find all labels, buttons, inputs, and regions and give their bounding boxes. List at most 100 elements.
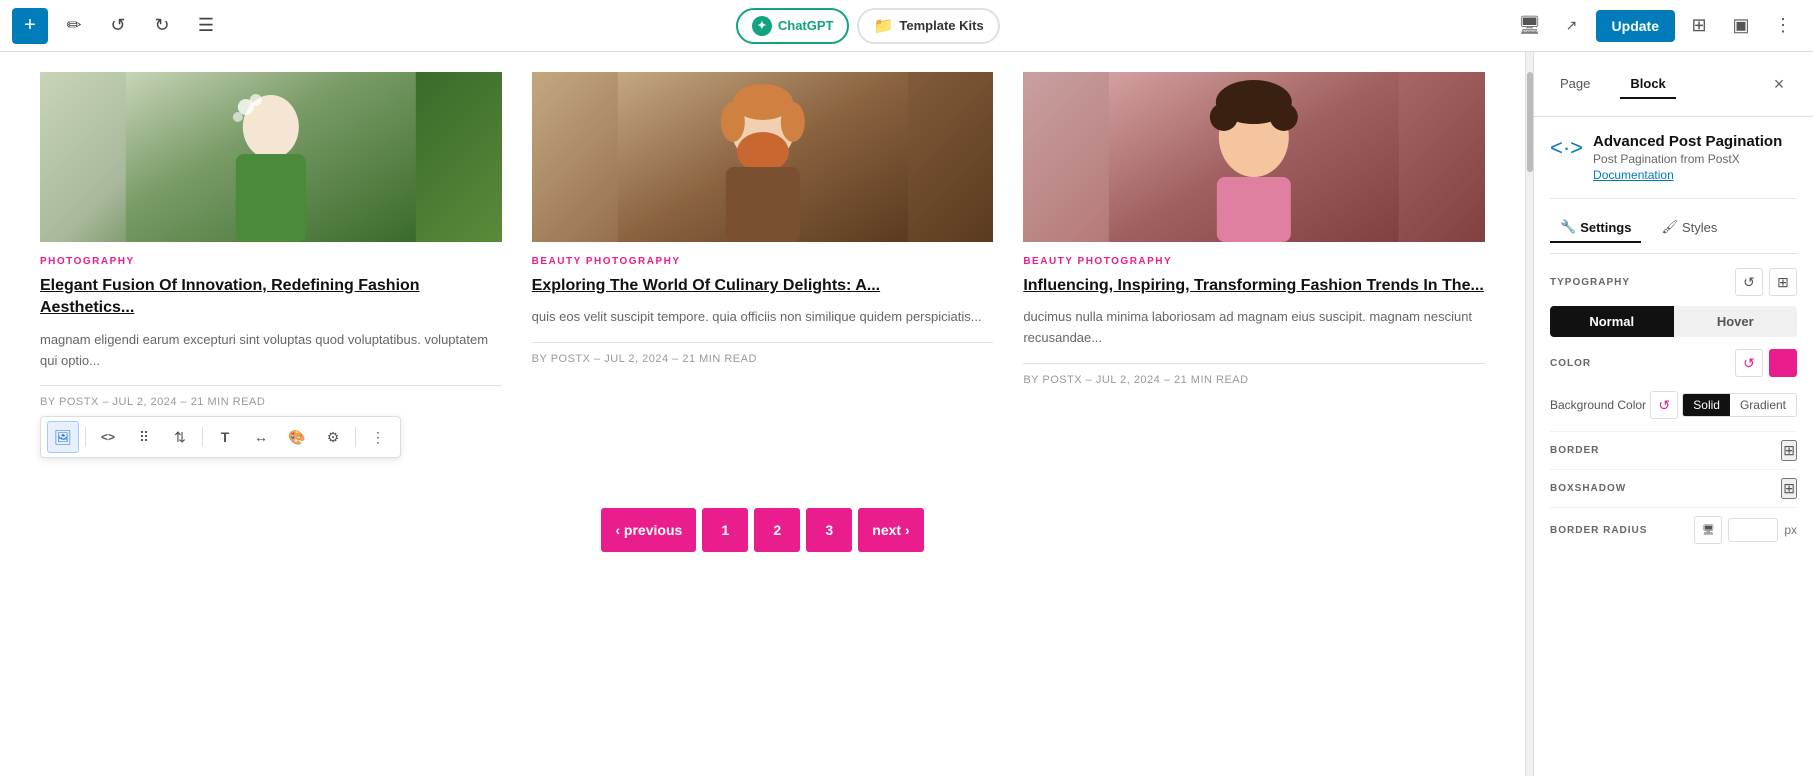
template-kits-button[interactable]: 📁 Template Kits: [857, 8, 999, 44]
normal-toggle-btn[interactable]: Normal: [1550, 306, 1674, 337]
template-kits-icon: 📁: [873, 16, 893, 36]
boxshadow-label: BOXSHADOW: [1550, 483, 1626, 494]
update-button[interactable]: Update: [1596, 10, 1675, 42]
page-3-label: 3: [825, 522, 833, 538]
styles-tab-btn[interactable]: 🖌 Styles: [1651, 213, 1727, 243]
toolbar-image-btn[interactable]: 🖼: [47, 421, 79, 453]
page-1-button[interactable]: 1: [702, 508, 748, 552]
update-label: Update: [1612, 18, 1659, 34]
block-tab[interactable]: Block: [1620, 70, 1675, 99]
solid-btn[interactable]: Solid: [1683, 394, 1730, 416]
chatgpt-button[interactable]: ✦ ChatGPT: [736, 8, 850, 44]
toolbar-more-btn[interactable]: ⋮: [362, 421, 394, 453]
boxshadow-expand-btn[interactable]: ⊞: [1781, 478, 1797, 499]
external-link-button[interactable]: ↗: [1554, 8, 1590, 44]
bg-color-reset-btn[interactable]: ↺: [1650, 391, 1678, 419]
border-radius-label: BORDER RADIUS: [1550, 525, 1647, 536]
page-1-label: 1: [721, 522, 729, 538]
border-radius-device-btn[interactable]: 🖥: [1694, 516, 1722, 544]
color-label: COLOR: [1550, 358, 1591, 369]
more-toolbar-icon: ⋮: [371, 429, 385, 446]
multisite-button[interactable]: ⊞: [1681, 8, 1717, 44]
block-title: Advanced Post Pagination: [1593, 133, 1782, 150]
boxshadow-section: BOXSHADOW ⊞: [1550, 469, 1797, 507]
color-picker-btn[interactable]: [1769, 349, 1797, 377]
toolbar-move-btn[interactable]: ⠿: [128, 421, 160, 453]
color-reset-btn[interactable]: ↺: [1735, 349, 1763, 377]
border-label: BORDER: [1550, 445, 1599, 456]
text-icon: T: [221, 429, 230, 445]
desktop-view-button[interactable]: 🖥: [1512, 8, 1548, 44]
next-page-button[interactable]: next ›: [858, 508, 923, 552]
blog-image-2: [532, 72, 994, 242]
blog-category-1: PHOTOGRAPHY: [40, 256, 502, 267]
hover-toggle-btn[interactable]: Hover: [1674, 306, 1798, 337]
prev-label: ‹ previous: [615, 522, 682, 538]
background-color-row: Background Color ↺ Solid Gradient: [1550, 391, 1797, 419]
undo-icon: ↺: [110, 15, 125, 36]
background-color-label: Background Color: [1550, 398, 1646, 412]
blog-excerpt-3: ducimus nulla minima laboriosam ad magna…: [1023, 307, 1485, 349]
documentation-link[interactable]: Documentation: [1593, 168, 1674, 182]
arrows-icon: ⇅: [174, 429, 186, 446]
page-2-button[interactable]: 2: [754, 508, 800, 552]
typography-reset-btn[interactable]: ↺: [1735, 268, 1763, 296]
border-radius-input[interactable]: [1728, 518, 1778, 542]
blog-card-3: BEAUTY PHOTOGRAPHY Influencing, Inspirin…: [1023, 72, 1485, 478]
toggle-sidebar-button[interactable]: ▣: [1723, 8, 1759, 44]
chatgpt-icon: ✦: [752, 16, 772, 36]
gradient-btn[interactable]: Gradient: [1730, 394, 1796, 416]
list-view-button[interactable]: ☰: [188, 8, 224, 44]
desktop-icon: 🖥: [1518, 15, 1541, 36]
page-tab[interactable]: Page: [1550, 70, 1600, 99]
next-label: next ›: [872, 522, 909, 538]
move-icon: ⠿: [139, 429, 149, 446]
border-radius-section: BORDER RADIUS 🖥 px: [1550, 507, 1797, 552]
editor-canvas: PHOTOGRAPHY Elegant Fusion Of Innovation…: [0, 52, 1525, 776]
add-block-button[interactable]: +: [12, 8, 48, 44]
blog-image-3: [1023, 72, 1485, 242]
border-radius-controls: 🖥 px: [1694, 516, 1797, 544]
typography-expand-btn[interactable]: ⊞: [1769, 268, 1797, 296]
toolbar-settings-btn[interactable]: ⚙: [317, 421, 349, 453]
list-icon: ☰: [198, 15, 214, 36]
redo-button[interactable]: ↻: [144, 8, 180, 44]
block-toolbar: 🖼 <> ⠿ ⇅ T: [40, 416, 401, 458]
toolbar-width-btn[interactable]: ↔: [245, 421, 277, 453]
canvas-scrollbar[interactable]: [1525, 52, 1533, 776]
blog-card-2: BEAUTY PHOTOGRAPHY Exploring The World O…: [532, 72, 994, 478]
toolbar-arrows-btn[interactable]: ⇅: [164, 421, 196, 453]
toolbar-text-btn[interactable]: T: [209, 421, 241, 453]
toolbar-code-btn[interactable]: <>: [92, 421, 124, 453]
pagination-block-icon: <·>: [1550, 135, 1583, 161]
more-options-icon: ⋮: [1774, 15, 1792, 36]
brush-icon: 🖌: [1661, 219, 1678, 235]
blog-title-3: Influencing, Inspiring, Transforming Fas…: [1023, 275, 1485, 297]
right-sidebar: Page Block × <·> Advanced Post Paginatio…: [1533, 52, 1813, 776]
blog-excerpt-1: magnam eligendi earum excepturi sint vol…: [40, 330, 502, 372]
pen-icon: ✏: [66, 15, 81, 36]
blog-image-1: [40, 72, 502, 242]
redo-icon: ↻: [154, 15, 169, 36]
border-expand-btn[interactable]: ⊞: [1781, 440, 1797, 461]
bg-color-controls: ↺ Solid Gradient: [1650, 391, 1797, 419]
toolbar-paint-btn[interactable]: 🎨: [281, 421, 313, 453]
settings-tab-btn[interactable]: 🔧 Settings: [1550, 213, 1641, 243]
color-controls: ↺: [1735, 349, 1797, 377]
more-options-button[interactable]: ⋮: [1765, 8, 1801, 44]
page-2-label: 2: [773, 522, 781, 538]
block-subtitle: Post Pagination from PostX: [1593, 152, 1782, 166]
blog-meta-1: BY POSTX – JUL 2, 2024 – 21 MIN READ: [40, 385, 502, 408]
page-3-button[interactable]: 3: [806, 508, 852, 552]
external-link-icon: ↗: [1566, 17, 1578, 34]
multisite-icon: ⊞: [1691, 15, 1706, 36]
color-row: COLOR ↺: [1550, 349, 1797, 377]
border-section: BORDER ⊞: [1550, 431, 1797, 469]
sidebar-close-button[interactable]: ×: [1761, 66, 1797, 102]
prev-page-button[interactable]: ‹ previous: [601, 508, 696, 552]
typography-section-label: TYPOGRAPHY ↺ ⊞: [1550, 268, 1797, 296]
pen-tool-button[interactable]: ✏: [56, 8, 92, 44]
undo-button[interactable]: ↺: [100, 8, 136, 44]
settings-toolbar-icon: ⚙: [327, 429, 340, 446]
blog-category-3: BEAUTY PHOTOGRAPHY: [1023, 256, 1485, 267]
